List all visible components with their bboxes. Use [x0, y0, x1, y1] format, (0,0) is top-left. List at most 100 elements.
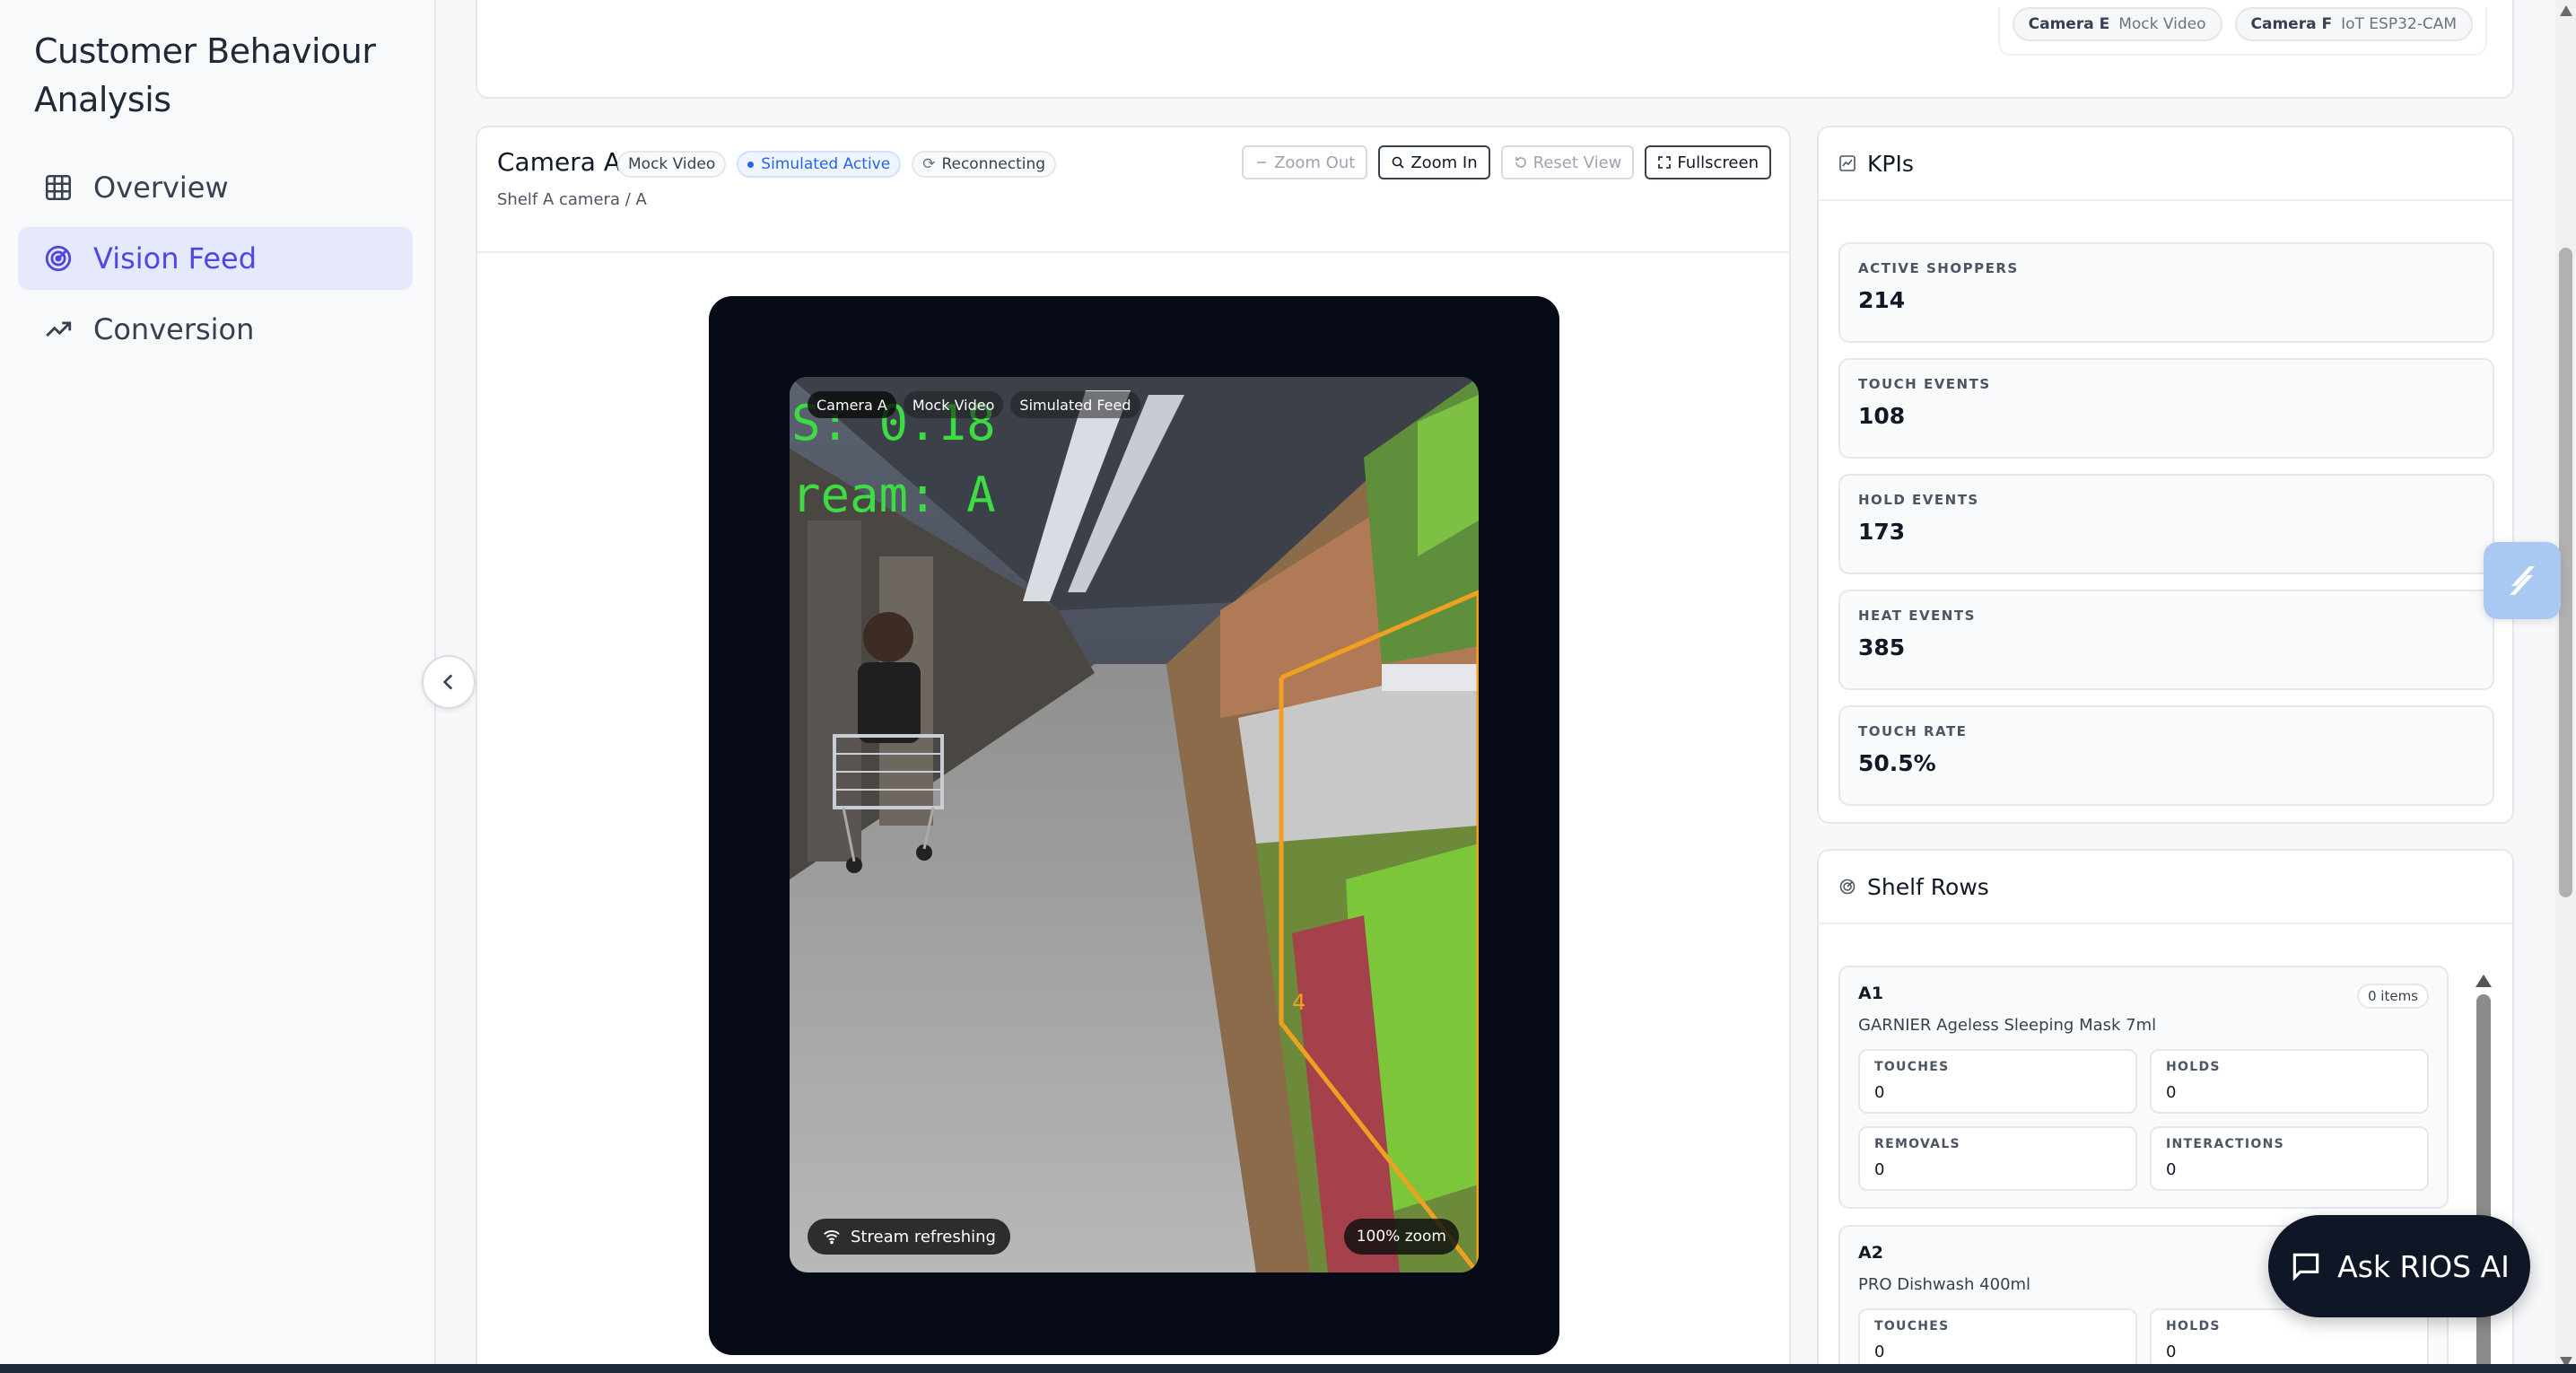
camera-subtitle: Shelf A camera / A	[497, 190, 647, 209]
status-dot	[747, 161, 755, 168]
trend-up-icon	[43, 314, 74, 345]
shelf-rows-header: Shelf Rows	[1819, 851, 2512, 924]
page-scrollbar[interactable]	[2555, 0, 2576, 1373]
kpi-label: HOLD EVENTS	[1858, 492, 1979, 508]
metric-label: TOUCHES	[1874, 1319, 1950, 1334]
sidebar-item-label: Conversion	[93, 312, 255, 346]
scroll-up-arrow[interactable]	[2560, 5, 2572, 16]
chevron-left-icon	[442, 674, 453, 690]
kpi-list: ACTIVE SHOPPERS 214 TOUCH EVENTS 108 HOLD …	[1838, 242, 2494, 821]
camera-chip-group: Camera E Mock Video Camera F IoT ESP32-CAM	[1997, 7, 2487, 56]
video-frame: S: 0.18 ream: A 4 Camera A Mock Video Si…	[709, 296, 1559, 1355]
refresh-icon: ⟳	[922, 155, 936, 173]
camera-badges: Mock Video Simulated Active ⟳ Reconnectin…	[617, 151, 1057, 178]
source-badge: Mock Video	[617, 151, 727, 178]
kpi-label: TOUCH RATE	[1858, 723, 1968, 739]
scroll-thumb[interactable]	[2559, 248, 2572, 897]
chip-camera-type: IoT ESP32-CAM	[2341, 15, 2457, 33]
kpi-active-shoppers: ACTIVE SHOPPERS 214	[1838, 242, 2494, 343]
status-badge-label: Simulated Active	[761, 155, 891, 173]
sidebar: Customer Behaviour Analysis Overview Vis…	[0, 0, 436, 1373]
metric-value: 0	[2166, 1342, 2177, 1361]
zoom-out-button[interactable]: Zoom Out	[1242, 145, 1368, 179]
chip-camera-name: Camera E	[2028, 15, 2110, 33]
reset-view-label: Reset View	[1533, 153, 1622, 172]
chart-box-icon	[1839, 155, 1856, 171]
camera-chip-e[interactable]: Camera E Mock Video	[2012, 7, 2222, 41]
kpi-label: ACTIVE SHOPPERS	[1858, 260, 2019, 276]
row-product-name: GARNIER Ageless Sleeping Mask 7ml	[1858, 1016, 2157, 1035]
video-toolbar: Zoom Out Zoom In Reset View Fullscreen	[1242, 145, 1771, 179]
extension-launcher-button[interactable]	[2484, 542, 2561, 619]
kpi-header: KPIs	[1819, 127, 2512, 201]
radar-icon	[1839, 879, 1856, 895]
kpi-value: 214	[1858, 287, 1906, 313]
kpi-touch-rate: TOUCH RATE 50.5%	[1838, 705, 2494, 806]
shelf-row: A1 0 items GARNIER Ageless Sleeping Mask…	[1838, 966, 2449, 1209]
zoom-in-button[interactable]: Zoom In	[1378, 145, 1490, 179]
row-metrics: TOUCHES 0 HOLDS 0 REMOVALS 0 INTERACTIONS 0	[1858, 1049, 2429, 1191]
reset-view-button[interactable]: Reset View	[1500, 145, 1635, 179]
zoom-in-label: Zoom In	[1410, 153, 1478, 172]
camera-selector-card: Camera E Mock Video Camera F IoT ESP32-CAM	[476, 0, 2514, 99]
shelf-rows-title: Shelf Rows	[1867, 873, 1989, 900]
metric-value: 0	[2166, 1160, 2177, 1179]
reset-icon	[1515, 157, 1526, 168]
wifi-icon	[824, 1230, 840, 1245]
kpi-touch-events: TOUCH EVENTS 108	[1838, 358, 2494, 459]
chip-camera-type: Mock Video	[2118, 15, 2206, 33]
metric-label: INTERACTIONS	[2166, 1137, 2284, 1151]
kpi-title: KPIs	[1867, 150, 1914, 177]
metric-value: 0	[1874, 1342, 1885, 1361]
expand-icon	[1658, 156, 1672, 169]
fullscreen-button[interactable]: Fullscreen	[1645, 145, 1771, 179]
video-tag-source: Mock Video	[903, 391, 1004, 418]
metric-value: 0	[1874, 1160, 1885, 1179]
metric-label: HOLDS	[2166, 1319, 2221, 1334]
metric-label: TOUCHES	[1874, 1060, 1950, 1074]
sidebar-item-vision-feed[interactable]: Vision Feed	[18, 227, 413, 290]
video-stream[interactable]: S: 0.18 ream: A 4 Camera A Mock Video Si…	[790, 377, 1479, 1272]
radar-icon	[43, 243, 74, 274]
sidebar-nav: Overview Vision Feed Conversion	[18, 156, 413, 369]
sidebar-item-conversion[interactable]: Conversion	[18, 298, 413, 361]
metric-value: 0	[1874, 1083, 1885, 1102]
overlay-stream-text: ream: A	[791, 467, 996, 523]
metric-label: HOLDS	[2166, 1060, 2221, 1074]
kpi-hold-events: HOLD EVENTS 173	[1838, 474, 2494, 574]
chip-camera-name: Camera F	[2250, 15, 2333, 33]
kpi-heat-events: HEAT EVENTS 385	[1838, 590, 2494, 690]
camera-title: Camera A	[497, 147, 621, 177]
status-badge: Simulated Active	[737, 151, 902, 178]
metric-value: 0	[2166, 1083, 2177, 1102]
video-tags: Camera A Mock Video Simulated Feed	[808, 391, 1140, 418]
connection-badge-label: Reconnecting	[941, 155, 1046, 173]
sidebar-item-overview[interactable]: Overview	[18, 156, 413, 219]
metric-holds: HOLDS 0	[2150, 1049, 2429, 1114]
app-title: Customer Behaviour Analysis	[34, 31, 376, 119]
zoom-out-label: Zoom Out	[1274, 153, 1356, 172]
ask-ai-label: Ask RIOS AI	[2337, 1248, 2510, 1284]
store-aisle-image: S: 0.18 ream: A 4	[790, 377, 1479, 1272]
kpi-value: 173	[1858, 519, 1906, 545]
feed-header: Camera A Mock Video Simulated Active ⟳ Re…	[477, 127, 1789, 253]
metric-label: REMOVALS	[1874, 1137, 1960, 1151]
zoom-level-pill: 100% zoom	[1343, 1219, 1459, 1255]
video-tag-camera: Camera A	[808, 391, 896, 418]
kpi-value: 50.5%	[1858, 750, 1936, 776]
camera-chip-f[interactable]: Camera F IoT ESP32-CAM	[2234, 7, 2473, 41]
zone-label: 4	[1292, 990, 1305, 1015]
stream-status-label: Stream refreshing	[851, 1227, 996, 1246]
grid-icon	[43, 172, 74, 203]
kpi-card: KPIs ACTIVE SHOPPERS 214 TOUCH EVENTS 108 …	[1817, 126, 2514, 824]
lightning-logo-icon	[2510, 566, 2535, 595]
row-item-count: 0 items	[2356, 984, 2429, 1009]
scroll-up-arrow[interactable]	[2476, 975, 2492, 987]
metric-interactions: INTERACTIONS 0	[2150, 1126, 2429, 1191]
collapse-sidebar-button[interactable]	[422, 655, 476, 709]
ask-ai-button[interactable]: Ask RIOS AI	[2268, 1215, 2530, 1317]
stream-status-pill: Stream refreshing	[808, 1219, 1010, 1255]
metric-touches: TOUCHES 0	[1858, 1049, 2137, 1114]
bottom-edge	[0, 1364, 2576, 1373]
sidebar-item-label: Vision Feed	[93, 241, 258, 275]
